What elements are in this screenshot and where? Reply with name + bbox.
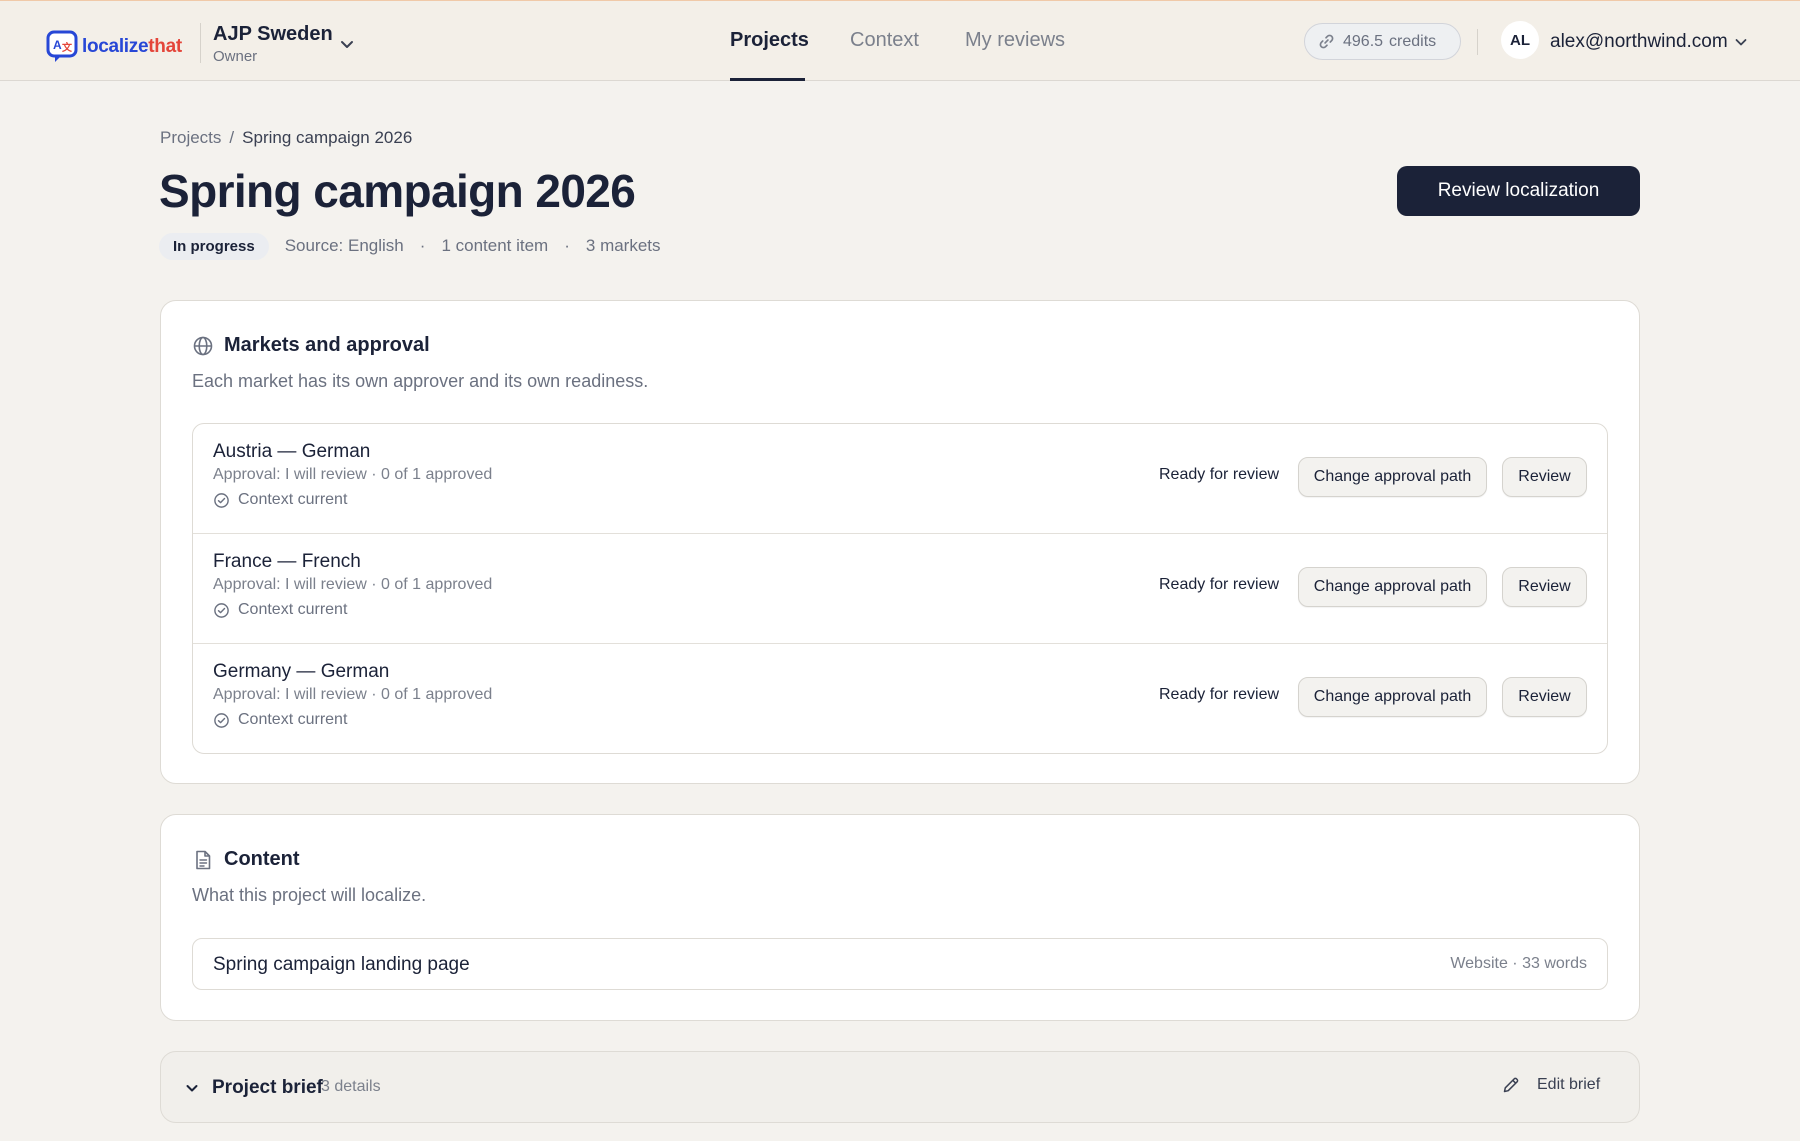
chevron-down-icon[interactable] bbox=[338, 35, 356, 53]
context-label: Context current bbox=[238, 491, 348, 508]
content-title-text: Content bbox=[224, 848, 300, 870]
market-name: France — French bbox=[213, 551, 361, 572]
edit-brief-button[interactable]: Edit brief bbox=[1501, 1075, 1600, 1095]
market-status: Ready for review bbox=[1159, 686, 1280, 703]
content-item-name: Spring campaign landing page bbox=[213, 954, 470, 975]
avatar[interactable]: AL bbox=[1501, 21, 1539, 59]
credits-label: credits bbox=[1389, 32, 1437, 50]
context-label: Context current bbox=[238, 601, 348, 618]
credits-value: 496.5 bbox=[1343, 32, 1384, 50]
project-brief-count: 3 details bbox=[321, 1078, 381, 1095]
edit-brief-label: Edit brief bbox=[1537, 1076, 1601, 1093]
check-circle-icon bbox=[214, 712, 229, 728]
header-divider bbox=[1477, 29, 1478, 55]
change-approval-path-button[interactable]: Change approval path bbox=[1298, 567, 1487, 607]
link-icon bbox=[1319, 34, 1334, 49]
content-card: Content What this project will localize.… bbox=[160, 814, 1640, 1021]
context-status: Context current bbox=[213, 601, 347, 619]
project-brief-panel[interactable]: Project brief 3 details Edit brief bbox=[160, 1051, 1640, 1123]
markets-list: Austria — German Approval: I will review… bbox=[192, 423, 1608, 754]
source-language: Source: English bbox=[284, 236, 404, 255]
market-approval: Approval: I will review · 0 of 1 approve… bbox=[213, 466, 493, 483]
markets-card: Markets and approval Each market has its… bbox=[160, 300, 1640, 784]
context-status: Context current bbox=[213, 491, 347, 509]
context-status: Context current bbox=[213, 711, 347, 729]
market-approval: Approval: I will review · 0 of 1 approve… bbox=[213, 686, 493, 703]
globe-icon bbox=[193, 336, 213, 355]
markets-card-title: Markets and approval bbox=[192, 334, 430, 357]
user-menu[interactable]: alex@northwind.com bbox=[1550, 31, 1728, 53]
change-approval-path-button[interactable]: Change approval path bbox=[1298, 457, 1487, 497]
breadcrumb-current: Spring campaign 2026 bbox=[242, 128, 413, 147]
credits-badge[interactable]: 496.5 credits bbox=[1304, 23, 1461, 60]
breadcrumb-projects-link[interactable]: Projects bbox=[160, 128, 221, 148]
content-subtitle: What this project will localize. bbox=[192, 885, 427, 905]
markets-count: 3 markets bbox=[585, 236, 661, 255]
tab-projects[interactable]: Projects bbox=[730, 29, 809, 52]
active-tab-indicator bbox=[730, 78, 805, 81]
svg-text:文: 文 bbox=[62, 41, 73, 54]
logo-wordmark: localizethat bbox=[82, 36, 182, 57]
meta-separator: · bbox=[419, 236, 426, 255]
tab-my-reviews[interactable]: My reviews bbox=[965, 29, 1065, 52]
pencil-icon bbox=[1503, 1077, 1519, 1093]
review-button[interactable]: Review bbox=[1502, 677, 1587, 717]
page-title: Spring campaign 2026 bbox=[159, 165, 636, 217]
review-button[interactable]: Review bbox=[1502, 567, 1587, 607]
market-name: Austria — German bbox=[213, 441, 371, 462]
content-count: 1 content item bbox=[441, 236, 549, 255]
app-logo[interactable]: A 文 localizethat bbox=[46, 30, 182, 64]
chevron-down-icon[interactable] bbox=[1733, 34, 1749, 50]
market-status: Ready for review bbox=[1159, 466, 1280, 483]
content-item-meta: Website · 33 words bbox=[1450, 955, 1587, 972]
list-item: Austria — German Approval: I will review… bbox=[193, 424, 1607, 534]
change-approval-path-button[interactable]: Change approval path bbox=[1298, 677, 1487, 717]
org-switcher[interactable]: AJP Sweden Owner bbox=[213, 23, 333, 65]
market-name: Germany — German bbox=[213, 661, 390, 682]
org-role: Owner bbox=[213, 48, 258, 65]
review-localization-button[interactable]: Review localization bbox=[1397, 166, 1640, 216]
status-badge: In progress bbox=[159, 232, 269, 260]
header-divider bbox=[200, 23, 201, 63]
project-meta: In progress Source: English · 1 content … bbox=[159, 232, 661, 260]
list-item: Germany — German Approval: I will review… bbox=[193, 644, 1607, 753]
meta-separator: · bbox=[564, 236, 570, 255]
svg-text:A: A bbox=[53, 38, 62, 52]
top-bar: A 文 localizethat AJP Sweden Owner Projec… bbox=[0, 0, 1800, 81]
check-circle-icon bbox=[214, 602, 229, 618]
market-status: Ready for review bbox=[1159, 576, 1280, 593]
list-item: France — French Approval: I will review … bbox=[193, 534, 1607, 644]
list-item[interactable]: Spring campaign landing page Website · 3… bbox=[192, 938, 1608, 990]
market-approval: Approval: I will review · 0 of 1 approve… bbox=[213, 576, 493, 593]
org-name: AJP Sweden bbox=[213, 23, 333, 45]
document-icon bbox=[196, 850, 211, 869]
tab-context[interactable]: Context bbox=[850, 29, 919, 52]
logo-mark-icon: A 文 bbox=[46, 30, 78, 62]
breadcrumb: Projects / Spring campaign 2026 bbox=[160, 128, 412, 148]
markets-subtitle: Each market has its own approver and its… bbox=[192, 371, 649, 391]
content-card-title: Content bbox=[192, 848, 300, 871]
check-circle-icon bbox=[214, 492, 229, 508]
markets-title-text: Markets and approval bbox=[224, 334, 430, 356]
chevron-down-icon[interactable] bbox=[184, 1080, 200, 1096]
breadcrumb-separator: / bbox=[229, 128, 235, 147]
review-button[interactable]: Review bbox=[1502, 457, 1587, 497]
context-label: Context current bbox=[238, 711, 348, 728]
project-brief-title: Project brief bbox=[212, 1077, 323, 1098]
